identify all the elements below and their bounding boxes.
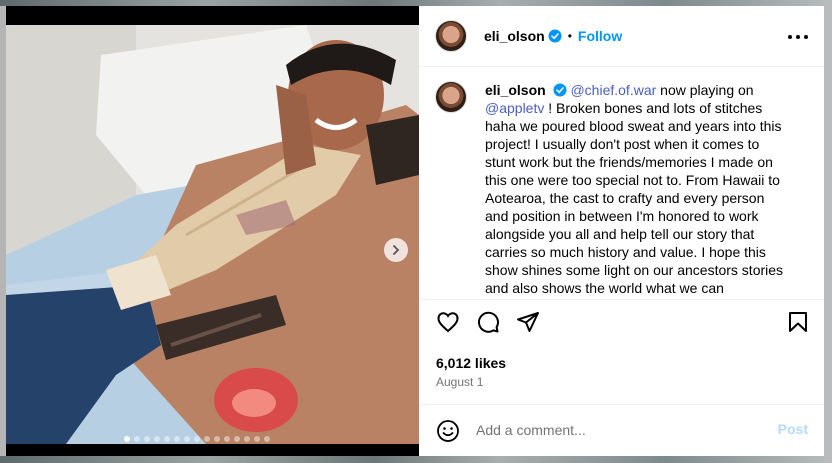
username[interactable]: eli_olson [484,28,545,44]
follow-button[interactable]: Follow [578,28,622,44]
backdrop-right [824,0,832,463]
carousel-dot [224,436,230,442]
caption-username[interactable]: eli_olson [485,82,546,98]
comment-input[interactable] [476,419,756,441]
carousel-dot [134,436,140,442]
avatar[interactable] [435,20,467,52]
carousel-dot [154,436,160,442]
carousel-dot [204,436,210,442]
separator: • [567,29,572,43]
bookmark-icon[interactable] [786,310,810,334]
carousel-dot [184,436,190,442]
caption-segment-2: ! Broken bones and lots of stitches haha… [485,100,784,296]
post-panel: eli_olson • Follow eli_olson @chief.of.w… [419,6,824,456]
comment-bar: Post [419,404,824,456]
post-comment-button[interactable]: Post [778,421,808,437]
share-icon[interactable] [516,310,540,334]
carousel-dot [144,436,150,442]
next-slide-button[interactable] [384,238,408,262]
mention-appletv[interactable]: @appletv [485,100,544,116]
carousel-dot [234,436,240,442]
post-photo-illustration [6,25,419,444]
post-header: eli_olson • Follow [419,6,824,67]
carousel-dot [244,436,250,442]
carousel-dot [214,436,220,442]
comment-icon[interactable] [476,310,500,334]
post-date[interactable]: August 1 [436,375,483,389]
caption-segment-1: now playing on [656,82,754,98]
post-media [6,6,419,456]
action-bar [419,299,824,347]
likes-count[interactable]: 6,012 likes [436,355,506,371]
carousel-dot [194,436,200,442]
carousel-dot [164,436,170,442]
carousel-dot [124,436,130,442]
chevron-right-icon [393,245,400,255]
verified-badge-icon [553,83,567,97]
backdrop-bottom [0,456,832,463]
heart-icon[interactable] [436,310,460,334]
post-photo [6,25,419,444]
carousel-dot [254,436,260,442]
verified-badge-icon [548,29,562,43]
caption-text: eli_olson @chief.of.war now playing on @… [485,81,785,299]
carousel-dot [264,436,270,442]
carousel-dot [174,436,180,442]
mention-chief-of-war[interactable]: @chief.of.war [570,82,656,98]
caption-avatar[interactable] [435,81,467,113]
caption: eli_olson @chief.of.war now playing on @… [435,81,815,299]
emoji-icon[interactable] [436,419,460,443]
carousel-indicators [124,436,270,442]
more-options-icon[interactable] [788,28,808,46]
